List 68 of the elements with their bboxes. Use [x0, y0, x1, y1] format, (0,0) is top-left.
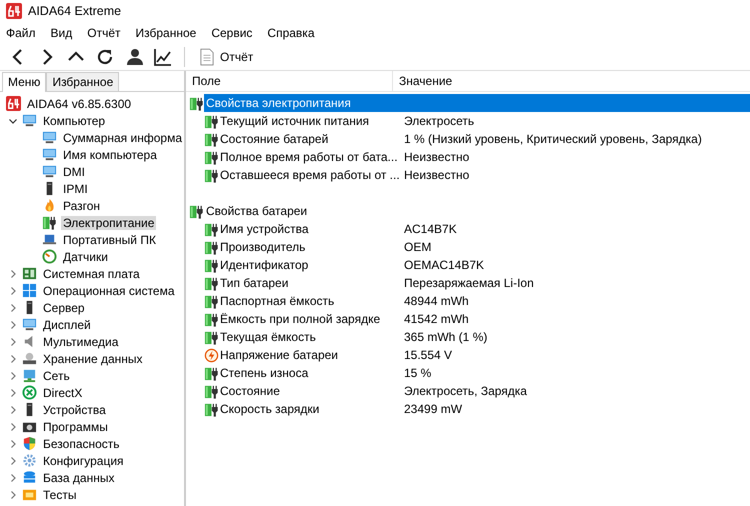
- field-cell: Ёмкость при полной зарядке: [220, 312, 380, 326]
- tree-item[interactable]: Суммарная информа: [61, 130, 184, 144]
- field-cell: Текущий источник питания: [220, 114, 370, 128]
- tree-item[interactable]: Сеть: [41, 368, 72, 382]
- tree-item[interactable]: Компьютер: [41, 114, 108, 128]
- tree-item[interactable]: Системная плата: [41, 266, 142, 280]
- tree-item[interactable]: IPMI: [61, 182, 90, 196]
- menu-item[interactable]: Справка: [267, 26, 314, 40]
- tree-item[interactable]: Датчики: [61, 250, 110, 264]
- sidebar-tab[interactable]: Меню: [2, 72, 46, 92]
- tree-item[interactable]: Конфигурация: [41, 454, 126, 468]
- value-cell-text: OEM: [403, 240, 432, 254]
- tree-item[interactable]: Операционная система: [41, 284, 177, 298]
- value-cell-text: Электросеть, Зарядка: [403, 384, 527, 398]
- tree-item[interactable]: Портативный ПК: [61, 232, 158, 246]
- value-cell-text: Электросеть: [403, 114, 474, 128]
- value-cell-text: Неизвестно: [403, 168, 470, 182]
- field-cell: Производитель: [220, 240, 306, 254]
- group-header[interactable]: Свойства электропитания: [204, 94, 750, 112]
- field-cell: Состояние: [220, 384, 280, 398]
- tree-item[interactable]: Имя компьютера: [61, 148, 159, 162]
- tree-item[interactable]: Тесты: [41, 488, 78, 502]
- field-cell: Оставшееся время работы от ...: [220, 168, 400, 182]
- tree-item[interactable]: Хранение данных: [41, 352, 145, 366]
- tree-item[interactable]: База данных: [41, 470, 116, 484]
- column-header[interactable]: Поле: [186, 71, 393, 91]
- field-cell: Паспортная ёмкость: [220, 294, 334, 308]
- field-cell: Состояние батарей: [220, 132, 328, 146]
- value-cell-text: 1 % (Низкий уровень, Критический уровень, Зарядка): [403, 132, 702, 146]
- tree-item[interactable]: Программы: [41, 420, 110, 434]
- field-cell: Имя устройства: [220, 222, 309, 236]
- tree-item[interactable]: DMI: [61, 164, 87, 178]
- value-cell-text: 41542 mWh: [403, 312, 469, 326]
- group-header[interactable]: Свойства батареи: [204, 202, 750, 220]
- value-cell-text: 15.554 V: [403, 348, 452, 362]
- report-button[interactable]: Отчёт: [196, 45, 258, 69]
- menu-item[interactable]: Файл: [6, 26, 36, 40]
- menu-item[interactable]: Вид: [50, 26, 72, 40]
- value-cell-text: Неизвестно: [403, 150, 470, 164]
- field-cell: Скорость зарядки: [220, 402, 320, 416]
- tree-item[interactable]: AIDA64 v6.85.6300: [25, 96, 134, 110]
- field-cell: Идентификатор: [220, 258, 308, 272]
- menu-item[interactable]: Отчёт: [87, 26, 120, 40]
- field-cell: Текущая ёмкость: [220, 330, 316, 344]
- field-cell: Тип батареи: [220, 276, 288, 290]
- tree-item[interactable]: Устройства: [41, 402, 108, 416]
- menu-item[interactable]: Избранное: [136, 26, 196, 40]
- value-cell-text: 15 %: [403, 366, 432, 380]
- menu-item[interactable]: Сервис: [211, 26, 252, 40]
- value-cell-text: Перезаряжаемая Li-Ion: [403, 276, 534, 290]
- tree-item[interactable]: DirectX: [41, 386, 84, 400]
- value-cell-text: AC14B7K: [403, 222, 457, 236]
- tree-item[interactable]: Сервер: [41, 300, 87, 314]
- field-cell: Полное время работы от бата...: [220, 150, 398, 164]
- value-cell-text: 365 mWh (1 %): [403, 330, 488, 344]
- value-cell-text: OEMAC14B7K: [403, 258, 484, 272]
- tree-item[interactable]: Дисплей: [41, 318, 93, 332]
- field-cell: Напряжение батареи: [220, 348, 338, 362]
- value-cell-text: 48944 mWh: [403, 294, 469, 308]
- value-cell-text: 23499 mW: [403, 402, 462, 416]
- tree-item[interactable]: Мультимедиа: [41, 334, 120, 348]
- tree-item[interactable]: Разгон: [61, 198, 102, 212]
- column-header[interactable]: Значение: [393, 71, 452, 91]
- window-title: AIDA64 Extreme: [28, 4, 122, 18]
- field-cell: Степень износа: [220, 366, 308, 380]
- tree-item[interactable]: Безопасность: [41, 436, 122, 450]
- sidebar-tab[interactable]: Избранное: [46, 72, 120, 91]
- tree-item[interactable]: Электропитание: [61, 216, 156, 230]
